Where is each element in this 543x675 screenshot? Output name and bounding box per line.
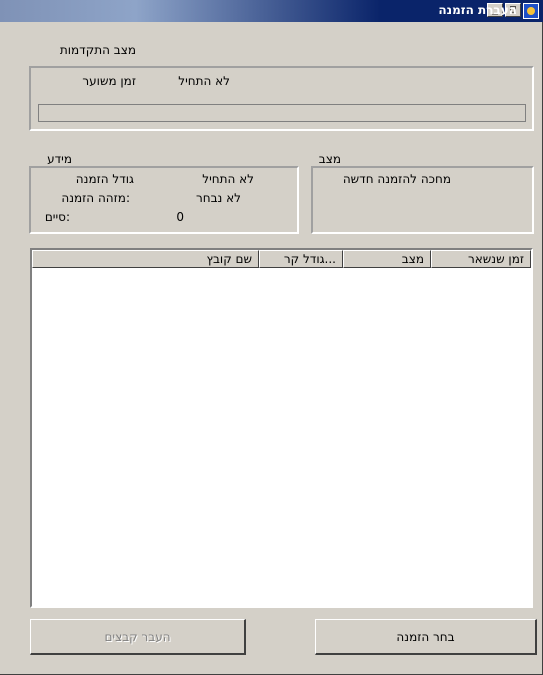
- status-text: מחכה להזמנה חדשה: [342, 172, 451, 186]
- estimated-time-value: לא התחיל: [178, 74, 230, 88]
- app-icon-glyph: [527, 7, 535, 15]
- column-status[interactable]: מצב: [343, 250, 431, 268]
- order-size-value: לא התחיל: [202, 172, 254, 186]
- title-bar[interactable]: _ □ × העברת הזמנה: [0, 0, 543, 22]
- file-list-header: שם קובץ ...גודל קר מצב זמן שנשאר: [32, 250, 531, 268]
- progress-section-heading: מצב התקדמות: [59, 43, 136, 57]
- column-file-size[interactable]: ...גודל קר: [259, 250, 343, 268]
- estimated-time-label: זמן משוער: [82, 74, 136, 88]
- transfer-window: _ □ × העברת הזמנה מצב התקדמות זמן משוער …: [0, 0, 543, 675]
- progress-bar: [38, 104, 526, 122]
- column-file-name[interactable]: שם קובץ: [32, 250, 259, 268]
- info-section-heading: מידע: [47, 152, 72, 166]
- window-title: העברת הזמנה: [438, 3, 517, 17]
- order-size-label: גודל הזמנה: [75, 172, 134, 186]
- column-time-remaining[interactable]: זמן שנשאר: [431, 250, 531, 268]
- order-id-label: :מזהה הזמנה: [61, 191, 130, 205]
- file-list[interactable]: שם קובץ ...גודל קר מצב זמן שנשאר: [30, 248, 533, 608]
- app-icon: [523, 3, 539, 19]
- transfer-files-button[interactable]: העבר קבצים: [30, 619, 246, 655]
- select-order-button[interactable]: בחר הזמנה: [315, 619, 537, 655]
- finished-value: 0: [176, 210, 184, 224]
- order-id-value: לא נבחר: [195, 191, 241, 205]
- status-section-heading: מצב: [318, 152, 341, 166]
- finished-label: :סיים: [44, 210, 70, 224]
